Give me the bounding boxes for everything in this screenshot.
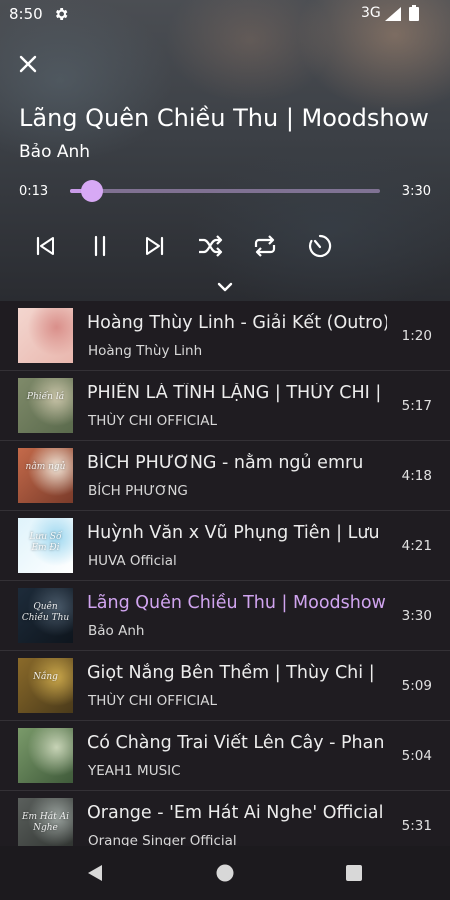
- now-playing-artist: Bảo Anh: [19, 142, 91, 162]
- queue-item-duration: 3:30: [401, 608, 432, 624]
- home-icon[interactable]: [216, 864, 234, 882]
- thumbnail: Phiến lá: [18, 378, 73, 433]
- shuffle-icon[interactable]: [196, 232, 224, 260]
- queue-item-artist: Hoàng Thùy Linh: [88, 343, 203, 359]
- thumbnail-text: Quên Chiều Thu: [21, 602, 70, 623]
- recents-icon[interactable]: [345, 864, 363, 882]
- thumbnail-text: Lưu Số Em Đi: [29, 532, 62, 553]
- queue-item-duration: 4:18: [401, 468, 432, 484]
- thumbnail-text: Phiến lá: [26, 392, 65, 402]
- thumbnail-text: Nắng: [33, 672, 58, 682]
- queue-item-artist: YEAH1 MUSIC: [88, 763, 181, 779]
- queue-item-title: PHIẾN LÁ TĨNH LẶNG | THÙY CHI |: [87, 383, 382, 403]
- thumbnail: Quên Chiều Thu: [18, 588, 73, 643]
- queue-item[interactable]: Phiến lá PHIẾN LÁ TĨNH LẶNG | THÙY CHI |…: [0, 371, 450, 441]
- queue-item-duration: 5:09: [401, 678, 432, 694]
- thumbnail: Em Hát Ai Nghe: [18, 798, 73, 846]
- queue-item-title: Lãng Quên Chiều Thu | Moodshow: [87, 593, 386, 613]
- queue-item-title: BÍCH PHƯƠNG - nằm ngủ emru: [87, 453, 364, 473]
- signal-icon: [385, 7, 401, 21]
- queue-item-title: Giọt Nắng Bên Thềm | Thùy Chi |: [87, 663, 375, 683]
- battery-icon: [409, 5, 419, 21]
- queue-item-title: Hoàng Thùy Linh - Giải Kết (Outro) |: [87, 313, 387, 333]
- thumbnail: Nắng: [18, 658, 73, 713]
- status-bar: 8:50 3G: [0, 0, 450, 28]
- queue-item[interactable]: Hoàng Thùy Linh - Giải Kết (Outro) | Hoà…: [0, 301, 450, 371]
- queue-item-title: Có Chàng Trai Viết Lên Cây - Phan: [87, 733, 385, 753]
- thumbnail: [18, 308, 73, 363]
- queue-item-artist: BÍCH PHƯƠNG: [88, 483, 188, 499]
- queue-item[interactable]: Em Hát Ai Nghe Orange - 'Em Hát Ai Nghe'…: [0, 791, 450, 846]
- queue-item-duration: 5:04: [401, 748, 432, 764]
- queue-item-artist: Orange Singer Official: [88, 833, 237, 846]
- seek-bar[interactable]: [70, 180, 380, 202]
- playback-controls: [0, 228, 450, 264]
- queue-item-title: Huỳnh Văn x Vũ Phụng Tiên | Lưu: [87, 523, 380, 543]
- thumbnail-text: Em Hát Ai Nghe: [21, 812, 70, 833]
- gear-icon: [56, 8, 68, 20]
- repeat-icon[interactable]: [251, 232, 279, 260]
- seek-thumb[interactable]: [80, 180, 103, 202]
- back-icon[interactable]: [86, 864, 104, 882]
- total-time: 3:30: [401, 184, 431, 199]
- status-time: 8:50: [9, 5, 43, 23]
- thumbnail-text: nằm ngủ: [25, 462, 66, 472]
- chevron-down-icon[interactable]: [214, 278, 236, 296]
- close-icon[interactable]: [17, 53, 39, 75]
- now-playing-panel: 8:50 3G Lãng Quên Chiều Thu | Moodshow B…: [0, 0, 450, 301]
- network-type: 3G: [361, 5, 381, 21]
- queue-item[interactable]: Lưu Số Em Đi Huỳnh Văn x Vũ Phụng Tiên |…: [0, 511, 450, 581]
- queue-item-artist: THÙY CHI OFFICIAL: [88, 413, 217, 429]
- queue-item-title: Orange - 'Em Hát Ai Nghe' Official: [87, 803, 384, 823]
- queue-item-duration: 5:17: [401, 398, 432, 414]
- navigation-bar: [0, 846, 450, 900]
- now-playing-title: Lãng Quên Chiều Thu | Moodshow: [19, 104, 429, 132]
- thumbnail: [18, 728, 73, 783]
- queue-item-duration: 1:20: [401, 328, 432, 344]
- queue-item[interactable]: Có Chàng Trai Viết Lên Cây - Phan YEAH1 …: [0, 721, 450, 791]
- queue-item-duration: 4:21: [401, 538, 432, 554]
- current-time: 0:13: [19, 184, 49, 199]
- queue-item-now-playing[interactable]: Quên Chiều Thu Lãng Quên Chiều Thu | Moo…: [0, 581, 450, 651]
- previous-icon[interactable]: [31, 232, 59, 260]
- queue-item-duration: 5:31: [401, 818, 432, 834]
- queue-item-artist: HUVA Official: [88, 553, 177, 569]
- pause-icon[interactable]: [86, 232, 114, 260]
- queue-item-artist: THÙY CHI OFFICIAL: [88, 693, 217, 709]
- queue-list: Hoàng Thùy Linh - Giải Kết (Outro) | Hoà…: [0, 301, 450, 846]
- queue-item[interactable]: nằm ngủ BÍCH PHƯƠNG - nằm ngủ emru BÍCH …: [0, 441, 450, 511]
- queue-item-artist: Bảo Anh: [88, 623, 145, 639]
- next-icon[interactable]: [141, 232, 169, 260]
- thumbnail: nằm ngủ: [18, 448, 73, 503]
- queue-item[interactable]: Nắng Giọt Nắng Bên Thềm | Thùy Chi | THÙ…: [0, 651, 450, 721]
- thumbnail: Lưu Số Em Đi: [18, 518, 73, 573]
- sleep-timer-icon[interactable]: [306, 232, 334, 260]
